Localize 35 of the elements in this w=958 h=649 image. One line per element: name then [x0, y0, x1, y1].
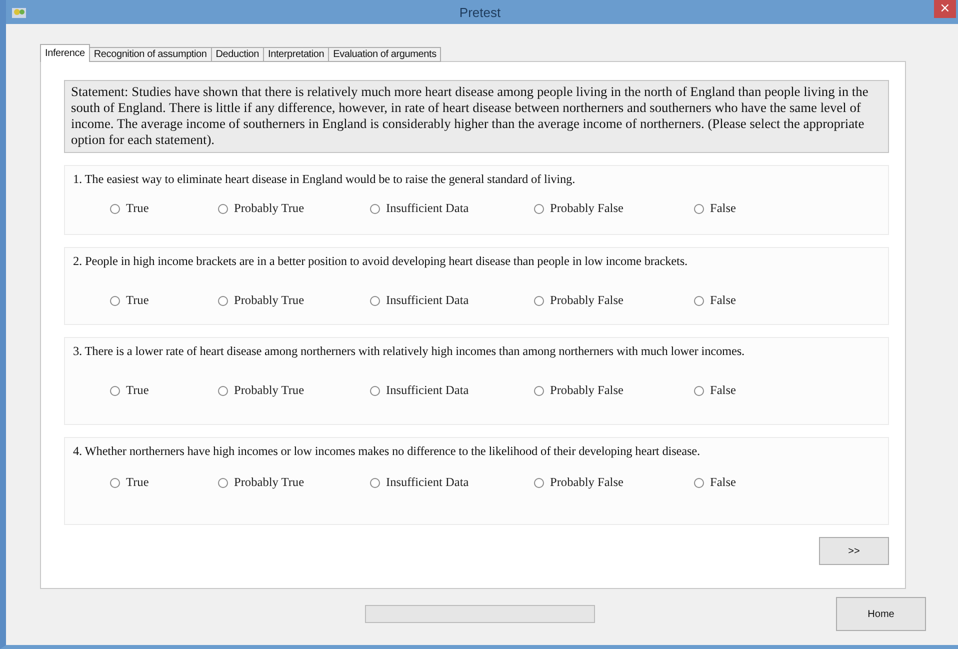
radio-option[interactable]: False — [694, 383, 736, 398]
next-button[interactable]: >> — [819, 537, 889, 565]
radio-option[interactable]: Insufficient Data — [370, 201, 469, 216]
radio-option[interactable]: Insufficient Data — [370, 293, 469, 308]
window-title: Pretest — [458, 4, 502, 20]
radio-option[interactable]: True — [110, 293, 149, 308]
radio-option[interactable]: Probably False — [534, 201, 624, 216]
tab[interactable]: Evaluation of arguments — [328, 47, 442, 62]
radio-option[interactable]: True — [110, 475, 149, 490]
radio-option[interactable]: Probably False — [534, 383, 624, 398]
statement-text: Statement: Studies have shown that there is relatively much more heart disease among people living in the north of England than people living in the south of England. There is little if any difference, however, in rate of heart disease between northerners and southerners who have the same level of income. The average income of southerners in England is considerably higher than the average income of northerners. (Please select the appropriate option for each statement). — [64, 80, 889, 153]
radio-option[interactable]: Probably False — [534, 293, 624, 308]
radio-option[interactable]: Probably True — [218, 475, 304, 490]
app-icon — [12, 6, 26, 18]
radio-option[interactable]: False — [694, 475, 736, 490]
tab[interactable]: Recognition of assumption — [88, 47, 212, 62]
radio-option[interactable]: True — [110, 383, 149, 398]
radio-option[interactable]: False — [694, 293, 736, 308]
close-button[interactable]: × — [934, 0, 956, 18]
question-text: 4. Whether northerners have high incomes or low incomes makes no difference to the likelihood of their developing heart disease. — [73, 444, 702, 459]
radio-option[interactable]: False — [694, 201, 736, 216]
tab[interactable]: Inference — [40, 44, 90, 62]
tab[interactable]: Deduction — [210, 47, 264, 62]
radio-option[interactable]: Probably True — [218, 293, 304, 308]
question-text: 1. The easiest way to eliminate heart disease in England would be to raise the general standard of living. — [73, 172, 576, 187]
radio-option[interactable]: Probably True — [218, 201, 304, 216]
question-text: 2. People in high income brackets are in a better position to avoid developing heart disease than people in low income brackets. — [73, 254, 688, 269]
radio-option[interactable]: Probably False — [534, 475, 624, 490]
radio-option[interactable]: Insufficient Data — [370, 383, 469, 398]
question-text: 3. There is a lower rate of heart disease among northerners with relatively high incomes than among northerners with much lower incomes. — [73, 344, 746, 359]
radio-option[interactable]: Insufficient Data — [370, 475, 469, 490]
radio-option[interactable]: True — [110, 201, 149, 216]
home-button[interactable]: Home — [836, 597, 926, 631]
radio-option[interactable]: Probably True — [218, 383, 304, 398]
tab[interactable]: Interpretation — [263, 47, 330, 62]
